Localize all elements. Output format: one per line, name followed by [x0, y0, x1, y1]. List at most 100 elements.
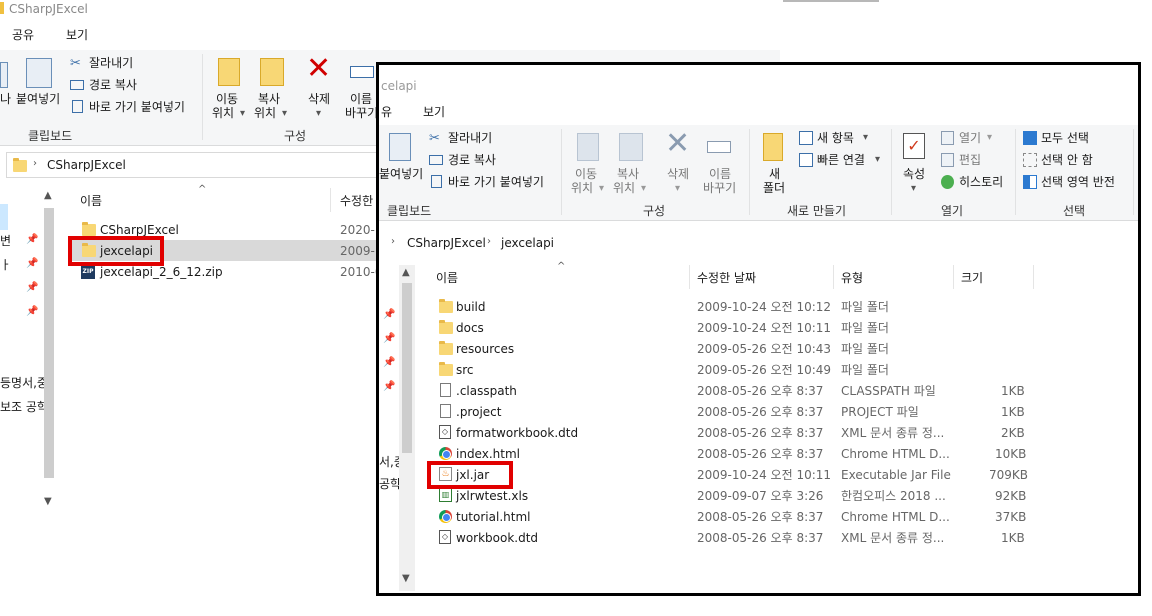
nav-scrollbar[interactable]: ▲ ▼ — [42, 190, 56, 512]
file-type: XML 문서 종류 정... — [841, 426, 945, 440]
nav-item-fragment[interactable]: 보조 공학 — [0, 400, 48, 414]
scroll-down-icon[interactable]: ▼ — [44, 496, 52, 507]
file-date: 2008-05-26 오후 8:37 — [697, 510, 824, 524]
organize-group-label: 구성 — [284, 129, 307, 143]
move-to-label[interactable]: 이동 — [216, 92, 238, 106]
pin-icon[interactable]: 📌 — [26, 306, 38, 317]
open-icon — [941, 131, 954, 145]
pin-icon[interactable]: 📌 — [26, 258, 38, 269]
pin-icon[interactable]: 📌 — [383, 381, 395, 392]
delete-button[interactable]: 삭제 — [667, 167, 689, 181]
file-name: tutorial.html — [456, 510, 531, 524]
tab-share[interactable]: 공유 — [12, 28, 34, 42]
pin-icon[interactable]: 📌 — [26, 282, 38, 293]
ribbon: 붙여넣기 ✂ 잘라내기 경로 복사 바로 가기 붙여넣기 클립보드 이동 위치 … — [379, 125, 1138, 221]
copy-path-button[interactable]: 경로 복사 — [448, 153, 496, 167]
rename-label-2[interactable]: 바꾸기 — [703, 181, 736, 195]
nav-item-fragment[interactable]: 등명서,중 — [0, 376, 48, 390]
file-name: CSharpJExcel — [100, 223, 179, 237]
nav-item-fragment[interactable]: 공학 — [379, 477, 401, 491]
move-to-label[interactable]: 이동 — [575, 167, 597, 181]
paste-shortcut-icon — [72, 100, 83, 113]
chevron-right-icon: › — [33, 158, 37, 169]
file-date: 2009-09-07 오후 3:26 — [697, 489, 824, 503]
file-date: 2009-10-24 오전 10:12 — [697, 300, 832, 314]
paste-shortcut-button[interactable]: 바로 가기 붙여넣기 — [448, 175, 544, 189]
folder-icon — [439, 320, 453, 334]
copy-path-button[interactable]: 경로 복사 — [89, 78, 137, 92]
nav-scrollbar[interactable]: ▲ ▼ — [399, 265, 415, 591]
scroll-thumb[interactable] — [44, 208, 54, 478]
move-to-label-2[interactable]: 위치 — [212, 106, 234, 120]
rename-label-2[interactable]: 바꾸기 — [345, 106, 378, 120]
delete-button[interactable]: 삭제 — [308, 92, 330, 106]
rename-label[interactable]: 이름 — [350, 92, 372, 106]
column-header-name[interactable]: 이름 — [436, 271, 458, 285]
nav-item-fragment[interactable]: 변 — [0, 234, 11, 248]
paste-shortcut-button[interactable]: 바로 가기 붙여넣기 — [89, 100, 185, 114]
scroll-down-icon[interactable]: ▼ — [402, 573, 410, 584]
new-item-icon — [799, 131, 813, 145]
move-to-label-2[interactable]: 위치 — [571, 181, 593, 195]
new-folder-icon — [763, 133, 783, 161]
column-divider — [953, 265, 954, 289]
new-item-button[interactable]: 새 항목 — [817, 131, 854, 145]
tab-view[interactable]: 보기 — [66, 28, 88, 42]
tab-view[interactable]: 보기 — [423, 105, 445, 119]
copy-to-label[interactable]: 복사 — [617, 167, 639, 181]
file-type: 한컴오피스 2018 ... — [841, 489, 946, 503]
folder-icon — [439, 341, 453, 355]
paste-icon[interactable] — [26, 58, 52, 88]
invert-selection-button[interactable]: 선택 영역 반전 — [1041, 175, 1115, 189]
select-all-button[interactable]: 모두 선택 — [1041, 131, 1089, 145]
address-bar[interactable]: › CSharpJExcel › jexcelapi — [383, 231, 1138, 257]
column-header-name[interactable]: 이름 — [80, 194, 102, 208]
rename-label[interactable]: 이름 — [709, 167, 731, 181]
file-type: CLASSPATH 파일 — [841, 384, 936, 398]
pin-icon[interactable]: 📌 — [383, 333, 395, 344]
scroll-up-icon[interactable]: ▲ — [44, 190, 52, 201]
file-type: 파일 폴더 — [841, 363, 889, 377]
copy-to-label-2[interactable]: 위치 — [254, 106, 276, 120]
new-group-label: 새로 만들기 — [787, 204, 847, 218]
new-folder-label[interactable]: 새 — [769, 167, 780, 181]
tab-share[interactable]: 유 — [381, 105, 392, 119]
copy-to-label-2[interactable]: 위치 — [613, 181, 635, 195]
properties-button[interactable]: 속성 — [903, 167, 925, 181]
column-header-modified[interactable]: 수정한 — [340, 194, 373, 208]
nav-item-fragment[interactable]: ㅏ — [0, 258, 11, 272]
pin-icon[interactable] — [0, 62, 8, 88]
paste-button[interactable]: 붙여넣기 — [16, 92, 60, 106]
scroll-thumb[interactable] — [402, 283, 412, 453]
easy-access-button[interactable]: 빠른 연결 — [817, 153, 865, 167]
edit-button[interactable]: 편집 — [959, 153, 981, 167]
select-none-button[interactable]: 선택 안 함 — [1041, 153, 1093, 167]
paste-icon[interactable] — [389, 133, 411, 161]
column-header-size[interactable]: 크기 — [961, 271, 983, 285]
file-name: docs — [456, 321, 484, 335]
select-none-icon — [1023, 153, 1037, 167]
cut-button[interactable]: 잘라내기 — [89, 56, 133, 70]
copy-to-label[interactable]: 복사 — [258, 92, 280, 106]
file-date: 2008-05-26 오후 8:37 — [697, 384, 824, 398]
history-button[interactable]: 히스토리 — [959, 175, 1003, 189]
new-folder-label-2[interactable]: 폴더 — [763, 181, 785, 195]
file-size: 10KB — [995, 447, 1027, 461]
pin-icon[interactable]: 📌 — [383, 309, 395, 320]
open-button[interactable]: 열기 — [959, 131, 981, 145]
folder-icon — [439, 299, 453, 313]
file-date: 2009-10-24 오전 10:11 — [697, 468, 832, 482]
breadcrumb-item[interactable]: jexcelapi — [501, 236, 554, 250]
pin-icon[interactable]: 📌 — [26, 234, 38, 245]
cut-button[interactable]: 잘라내기 — [448, 131, 492, 145]
scroll-up-icon[interactable]: ▲ — [402, 267, 410, 278]
pin-icon[interactable]: 📌 — [383, 357, 395, 368]
file-name: .classpath — [456, 384, 517, 398]
paste-button[interactable]: 붙여넣기 — [379, 167, 423, 181]
file-size: 37KB — [995, 510, 1027, 524]
clipboard-group-label: 클립보드 — [28, 129, 73, 143]
column-header-modified[interactable]: 수정한 날짜 — [697, 271, 756, 285]
breadcrumb-item[interactable]: CSharpJExcel — [407, 236, 486, 250]
column-header-type[interactable]: 유형 — [841, 271, 863, 285]
scissors-icon: ✂ — [429, 131, 440, 146]
